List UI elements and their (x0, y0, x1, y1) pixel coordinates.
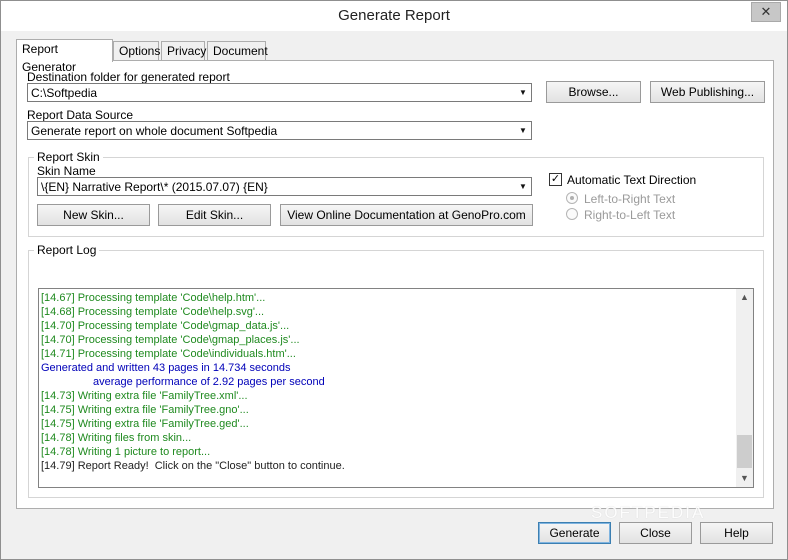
web-publishing-button[interactable]: Web Publishing... (650, 81, 765, 103)
log-line: [14.67] Processing template 'Code\help.h… (41, 292, 266, 304)
destination-folder-combo[interactable]: C:\Softpedia ▼ (27, 83, 532, 102)
log-line: average performance of 2.92 pages per se… (41, 376, 325, 388)
chevron-down-icon[interactable]: ▼ (516, 179, 530, 194)
tab-report-generator[interactable]: Report Generator (16, 39, 113, 74)
help-button[interactable]: Help (700, 522, 773, 544)
right-to-left-label: Right-to-Left Text (584, 208, 676, 222)
tab-privacy[interactable]: Privacy (161, 41, 206, 61)
log-line: [14.70] Processing template 'Code\gmap_p… (41, 334, 300, 346)
generate-button[interactable]: Generate (538, 522, 611, 544)
skin-name-value: \{EN} Narrative Report\* (2015.07.07) {E… (41, 180, 268, 194)
log-line: Generated and written 43 pages in 14.734… (41, 362, 291, 374)
close-window-button[interactable]: ✕ (751, 2, 781, 22)
report-log-lines: [14.67] Processing template 'Code\help.h… (41, 291, 735, 473)
data-source-label: Report Data Source (27, 108, 134, 122)
close-button[interactable]: Close (619, 522, 692, 544)
log-line: [14.79] Report Ready! Click on the "Clos… (41, 460, 345, 472)
log-line: [14.68] Processing template 'Code\help.s… (41, 306, 265, 318)
log-line: [14.75] Writing extra file 'FamilyTree.g… (41, 418, 249, 430)
log-line: [14.78] Writing 1 picture to report... (41, 446, 211, 458)
report-log-textbox[interactable]: [14.67] Processing template 'Code\help.h… (38, 288, 754, 488)
title-bar: Generate Report ✕ (1, 1, 787, 31)
left-to-right-label: Left-to-Right Text (584, 192, 676, 206)
automatic-text-direction-checkbox[interactable]: ✓ (549, 173, 562, 186)
scroll-down-icon[interactable]: ▼ (736, 470, 753, 487)
chevron-down-icon[interactable]: ▼ (516, 85, 530, 100)
window-title: Generate Report (338, 7, 450, 24)
report-log-title: Report Log (34, 243, 100, 257)
automatic-text-direction-label: Automatic Text Direction (567, 173, 697, 187)
skin-name-label: Skin Name (37, 164, 96, 178)
softpedia-watermark: SOFTPEDIA (591, 503, 706, 522)
report-generator-panel: Destination folder for generated report … (16, 60, 774, 509)
tab-document[interactable]: Document (207, 41, 268, 61)
skin-name-combo[interactable]: \{EN} Narrative Report\* (2015.07.07) {E… (37, 177, 532, 196)
new-skin-button[interactable]: New Skin... (37, 204, 150, 226)
data-source-value: Generate report on whole document Softpe… (31, 124, 278, 138)
log-line: [14.78] Writing files from skin... (41, 432, 192, 444)
log-scrollbar[interactable]: ▲ ▼ (736, 289, 753, 487)
edit-skin-button[interactable]: Edit Skin... (158, 204, 271, 226)
log-line: [14.75] Writing extra file 'FamilyTree.g… (41, 404, 249, 416)
browse-button[interactable]: Browse... (546, 81, 641, 103)
data-source-combo[interactable]: Generate report on whole document Softpe… (27, 121, 532, 140)
right-to-left-radio[interactable] (566, 208, 578, 220)
destination-folder-value: C:\Softpedia (31, 86, 98, 100)
scroll-up-icon[interactable]: ▲ (736, 289, 753, 306)
log-line: [14.71] Processing template 'Code\indivi… (41, 348, 296, 360)
generate-report-window: Generate Report ✕ Report Generator Optio… (0, 0, 788, 560)
left-to-right-radio[interactable] (566, 192, 578, 204)
log-line: [14.73] Writing extra file 'FamilyTree.x… (41, 390, 248, 402)
scroll-thumb[interactable] (737, 435, 752, 468)
log-line: [14.70] Processing template 'Code\gmap_d… (41, 320, 290, 332)
chevron-down-icon[interactable]: ▼ (516, 123, 530, 138)
report-skin-title: Report Skin (34, 150, 103, 164)
view-documentation-button[interactable]: View Online Documentation at GenoPro.com (280, 204, 533, 226)
tab-options[interactable]: Options (113, 41, 160, 61)
